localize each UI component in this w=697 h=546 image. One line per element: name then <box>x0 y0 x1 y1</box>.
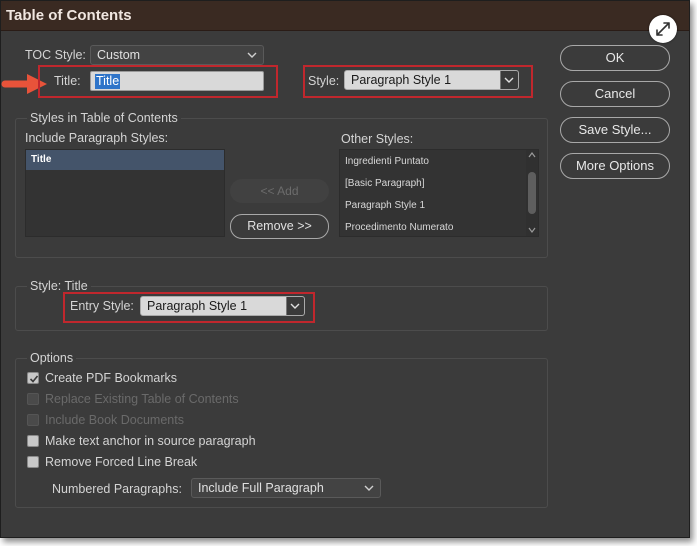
remove-forced-line-break-label: Remove Forced Line Break <box>45 455 198 469</box>
title-bar: Table of Contents <box>1 1 689 31</box>
chevron-down-icon <box>247 52 257 58</box>
entry-style-label: Entry Style: <box>70 299 134 313</box>
make-text-anchor-checkbox[interactable] <box>27 435 39 447</box>
list-item[interactable]: Paragraph Style 1 <box>340 196 538 216</box>
included-styles-list[interactable]: Title <box>25 149 225 237</box>
numbered-paragraphs-dropdown[interactable]: Include Full Paragraph <box>191 478 381 498</box>
list-item[interactable]: [Basic Paragraph] <box>340 174 538 194</box>
list-item[interactable]: Procedimento Numerato <box>340 218 538 238</box>
entry-style-dropdown[interactable]: Paragraph Style 1 <box>140 296 305 316</box>
style-label: Style: <box>308 74 340 88</box>
scroll-thumb[interactable] <box>528 172 536 214</box>
scroll-down-icon[interactable] <box>528 227 536 233</box>
other-styles-scrollbar[interactable] <box>526 150 538 236</box>
cancel-button[interactable]: Cancel <box>560 81 670 107</box>
create-pdf-bookmarks-label: Create PDF Bookmarks <box>45 371 177 385</box>
add-button[interactable]: << Add <box>230 179 329 203</box>
save-style-button[interactable]: Save Style... <box>560 117 670 143</box>
remove-button[interactable]: Remove >> <box>230 214 329 239</box>
toc-style-value: Custom <box>97 48 141 62</box>
style-dropdown[interactable]: Paragraph Style 1 <box>344 70 519 90</box>
title-input[interactable]: Title <box>90 71 264 91</box>
include-book-documents-checkbox[interactable] <box>27 414 39 426</box>
more-options-button[interactable]: More Options <box>560 153 670 179</box>
expand-icon[interactable] <box>649 15 677 43</box>
dialog-title: Table of Contents <box>6 7 132 24</box>
make-text-anchor-label: Make text anchor in source paragraph <box>45 434 256 448</box>
checkmark-icon <box>29 375 39 383</box>
style-title-group-title: Style: Title <box>27 279 91 293</box>
other-styles-label: Other Styles: <box>341 132 414 146</box>
toc-style-label: TOC Style: <box>25 48 86 62</box>
scroll-up-icon[interactable] <box>528 152 536 158</box>
other-styles-list[interactable]: Ingredienti Puntato [Basic Paragraph] Pa… <box>339 149 539 237</box>
list-item[interactable]: Title <box>26 150 224 170</box>
remove-forced-line-break-checkbox[interactable] <box>27 456 39 468</box>
create-pdf-bookmarks-checkbox[interactable] <box>27 372 39 384</box>
entry-style-value: Paragraph Style 1 <box>147 299 248 313</box>
chevron-down-icon <box>364 485 374 491</box>
title-input-value: Title <box>95 74 121 89</box>
chevron-down-icon <box>290 303 300 309</box>
toc-style-dropdown[interactable]: Custom <box>90 45 264 65</box>
chevron-down-icon <box>504 77 514 83</box>
numbered-paragraphs-label: Numbered Paragraphs: <box>52 482 182 496</box>
style-value: Paragraph Style 1 <box>351 73 452 87</box>
title-label: Title: <box>54 74 81 88</box>
options-group-title: Options <box>27 351 77 365</box>
list-item[interactable]: Ingredienti Puntato <box>340 152 538 172</box>
styles-group-title: Styles in Table of Contents <box>27 111 181 125</box>
replace-existing-toc-checkbox[interactable] <box>27 393 39 405</box>
numbered-paragraphs-value: Include Full Paragraph <box>198 481 324 495</box>
replace-existing-toc-label: Replace Existing Table of Contents <box>45 392 239 406</box>
include-styles-label: Include Paragraph Styles: <box>25 131 169 145</box>
ok-button[interactable]: OK <box>560 45 670 71</box>
include-book-documents-label: Include Book Documents <box>45 413 184 427</box>
toc-dialog: Table of Contents TOC Style: Custom Titl… <box>0 0 690 538</box>
